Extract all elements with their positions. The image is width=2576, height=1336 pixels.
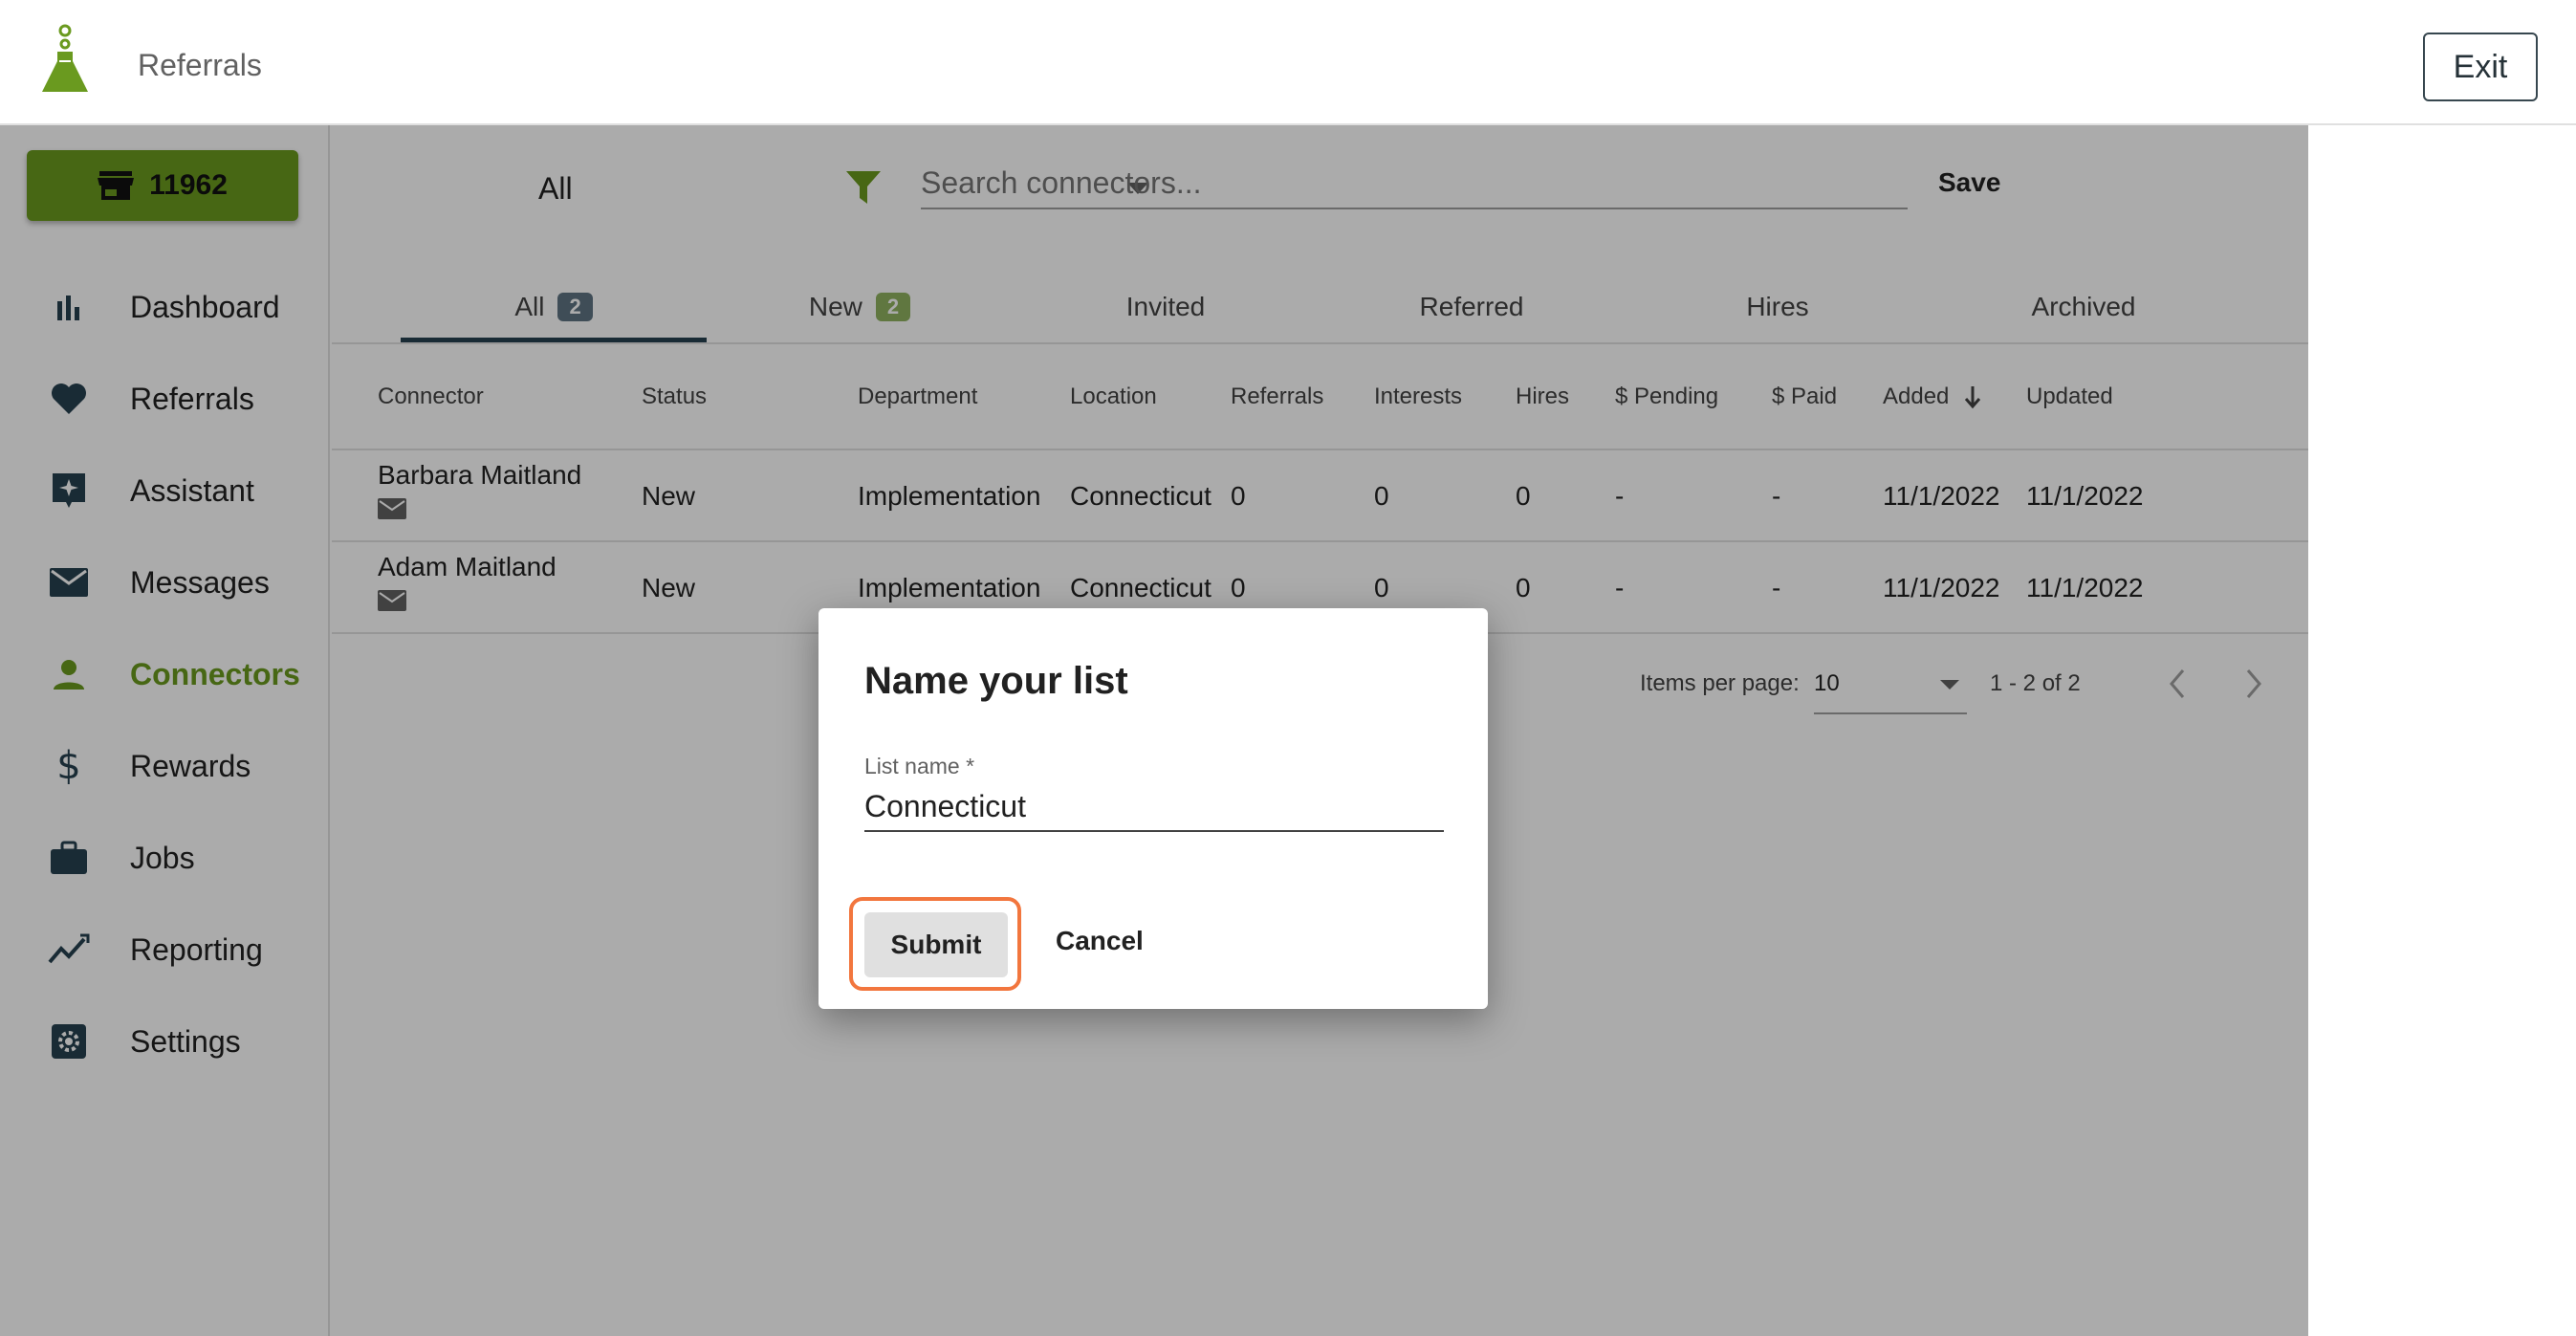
submit-highlight: Submit — [849, 897, 1021, 991]
app-header: Referrals Exit — [0, 0, 2576, 125]
app-title: Referrals — [138, 48, 262, 82]
name-list-dialog: Name your list List name * Submit Cancel — [819, 608, 1488, 1009]
list-name-label: List name * — [864, 754, 975, 778]
flask-logo-icon — [42, 24, 88, 92]
cancel-button[interactable]: Cancel — [1056, 926, 1144, 956]
exit-button[interactable]: Exit — [2423, 33, 2538, 101]
list-name-input[interactable] — [864, 782, 1444, 832]
submit-button[interactable]: Submit — [864, 912, 1008, 977]
dialog-title: Name your list — [864, 660, 1128, 702]
